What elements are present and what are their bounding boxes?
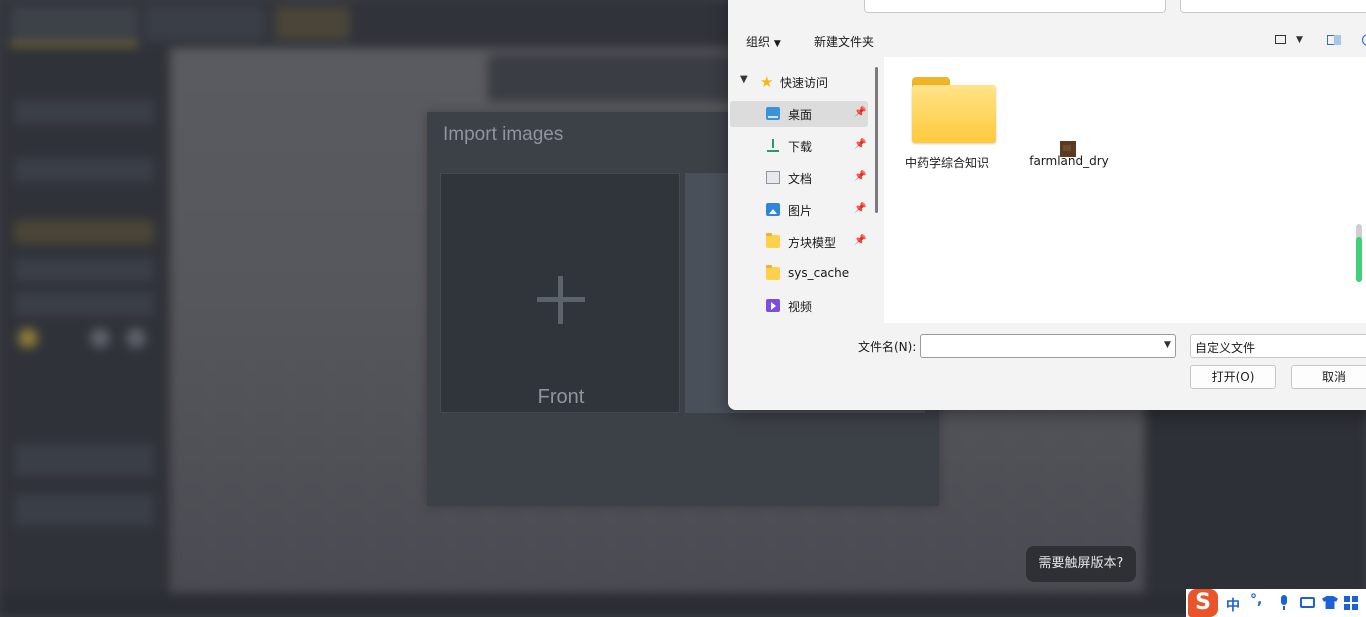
left-panel-row [14,258,154,282]
nav-item-label: sys_cache [788,266,850,280]
front-image-slot[interactable]: Front [440,173,680,413]
nav-item-label: 视频 [788,300,813,314]
nav-item-videos[interactable]: 视频 [730,293,868,319]
help-icon[interactable] [1360,32,1366,48]
ime-toolbar: S 中 °, [1186,589,1366,617]
nav-item-label: 文档 [788,172,813,186]
top-tab-1 [10,6,138,40]
filetype-select[interactable]: 自定义文件 [1190,334,1366,358]
chevron-down-icon: ▼ [740,74,748,85]
left-panel-row [14,100,154,124]
documents-icon [766,171,780,184]
viewport-toolbar [488,54,738,102]
nav-item-downloads[interactable]: 下载 📌 [730,133,868,159]
video-icon [766,299,780,312]
new-folder-button[interactable]: 新建文件夹 [814,33,874,50]
search-box[interactable] [1180,0,1366,13]
open-button[interactable]: 打开(O) [1190,365,1276,389]
file-item-folder[interactable]: 中药学综合知识 [892,67,1002,187]
nav-item-documents[interactable]: 文档 📌 [730,165,868,191]
pin-icon: 📌 [854,203,867,214]
filename-input[interactable] [920,334,1176,358]
left-panel-row [14,494,154,526]
chevron-down-icon[interactable]: ▼ [1164,340,1171,350]
filename-label: 文件名(N): [858,340,917,354]
pin-icon: 📌 [854,235,867,246]
left-panel-tool [18,328,38,348]
nav-item-label: 下载 [788,140,813,154]
front-slot-label: Front [537,386,585,408]
nav-item-sys-cache[interactable]: sys_cache [730,261,868,287]
pin-icon: 📌 [854,107,867,118]
pin-icon: 📌 [854,139,867,150]
sogou-logo-icon[interactable]: S [1188,589,1218,617]
punctuation-toggle[interactable]: °, [1250,592,1262,608]
left-panel-row [14,158,154,182]
file-name: 中药学综合知识 [904,156,989,170]
folder-icon [766,233,780,248]
nav-item-label: 方块模型 [788,236,837,250]
pin-icon: 📌 [854,171,867,182]
nav-item-block-models[interactable]: 方块模型 📌 [730,229,868,255]
star-icon: ★ [760,73,774,91]
organize-label: 组织 [746,35,771,49]
editor-left-panel [0,48,168,593]
touch-version-toast[interactable]: 需要触屏版本? [1026,546,1136,582]
editor-status-bar [0,593,1366,617]
left-panel-row [14,292,154,316]
desktop-icon [766,107,780,120]
top-tab-2 [145,6,265,40]
file-name: farmland_dry [1029,154,1109,168]
view-mode-icon[interactable] [1274,32,1290,48]
address-bar[interactable] [864,0,1166,13]
cancel-button[interactable]: 取消 [1291,365,1366,389]
quick-access-label: 快速访问 [780,76,829,90]
file-open-dialog: 组织 ▼ 新建文件夹 ▼ ▼ ★ 快速访问 桌面 📌 下载 📌 文档 📌 图片 … [728,0,1366,410]
nav-quick-access[interactable]: ▼ ★ 快速访问 [730,69,868,95]
ime-mode-toggle[interactable]: 中 [1226,595,1240,615]
folder-icon [912,77,996,143]
address-bar-row [728,0,1366,25]
nav-item-pictures[interactable]: 图片 📌 [730,197,868,223]
top-tab-3 [275,6,350,40]
left-panel-tool [126,328,146,348]
import-dialog-title: Import images [443,124,564,145]
preview-pane-icon[interactable] [1326,32,1342,48]
download-icon [766,139,780,152]
chevron-down-icon: ▼ [773,39,781,49]
dialog-footer: 文件名(N): ▼ 自定义文件 打开(O) 取消 [728,325,1366,410]
left-panel-row [14,220,154,244]
file-list-area: 中药学综合知识 farmland_dry [884,57,1366,323]
left-panel-tool [90,328,110,348]
scrollbar-thumb[interactable] [1356,237,1362,282]
plus-icon [537,276,585,324]
file-item-farmland[interactable]: farmland_dry [1014,67,1124,187]
nav-item-desktop[interactable]: 桌面 📌 [730,101,868,127]
folder-icon [766,265,780,280]
command-bar: 组织 ▼ 新建文件夹 ▼ [728,27,1366,55]
nav-item-label: 桌面 [788,108,813,122]
navigation-pane: ▼ ★ 快速访问 桌面 📌 下载 📌 文档 📌 图片 📌 方块模型 📌 sys_… [728,57,878,323]
top-tab-accent [10,42,138,46]
left-panel-row [14,444,154,476]
pictures-icon [766,203,780,216]
organize-menu[interactable]: 组织 ▼ [746,33,781,50]
nav-scrollbar[interactable] [875,67,878,213]
nav-item-label: 图片 [788,204,813,218]
chevron-down-icon[interactable]: ▼ [1296,35,1312,51]
